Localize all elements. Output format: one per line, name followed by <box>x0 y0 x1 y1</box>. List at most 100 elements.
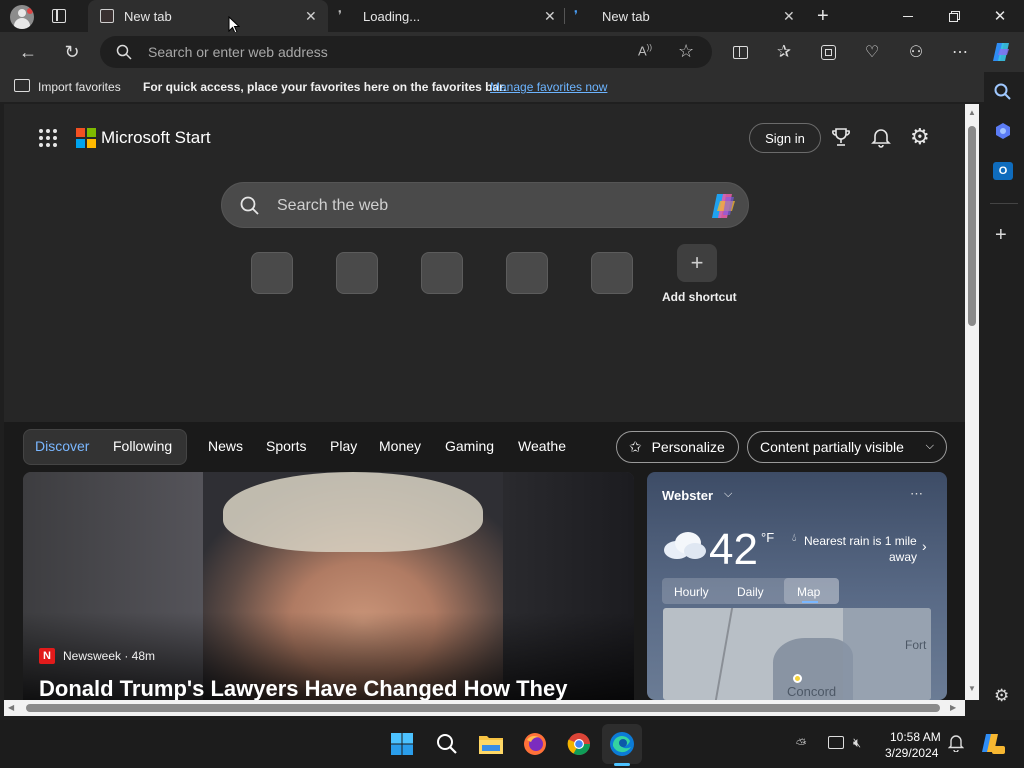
chevron-right-icon[interactable]: › <box>922 538 927 554</box>
tab-new-tab-2[interactable]: ❜ New tab ✕ <box>566 0 806 32</box>
edge-icon[interactable] <box>606 728 638 760</box>
tab-loading[interactable]: ❜ Loading... ✕ <box>330 0 564 32</box>
more-options-icon[interactable]: ⋯ <box>946 38 974 66</box>
news-source: Newsweek · 48m <box>63 649 156 663</box>
extensions-icon[interactable]: ⚇ <box>902 38 930 66</box>
content-visibility-dropdown[interactable]: Content partially visible ⌵ <box>747 431 947 463</box>
personalize-button[interactable]: ✩ Personalize <box>616 431 739 463</box>
weather-map[interactable]: Concord Fort <box>663 608 931 700</box>
plus-icon: + <box>690 250 704 275</box>
weather-tab-daily[interactable]: Daily <box>737 585 764 599</box>
horizontal-scrollbar[interactable]: ◀ ▶ <box>4 700 965 716</box>
news-headline[interactable]: Donald Trump's Lawyers Have Changed How … <box>39 676 567 700</box>
add-shortcut-button[interactable]: + <box>677 244 717 282</box>
clock-time[interactable]: 10:58 AM <box>890 730 941 744</box>
copilot-icon[interactable] <box>708 191 740 221</box>
favorites-icon[interactable]: ✰ <box>770 38 798 66</box>
copilot-icon[interactable] <box>988 38 1016 66</box>
rain-forecast-line2: away <box>889 550 918 564</box>
sidebar-settings-icon[interactable]: ⚙ <box>994 686 1009 706</box>
browser-toolbar: ← ↻ A)) ☆ ✰ ♡ ⚇ ⋯ <box>0 32 1024 72</box>
tab-actions-icon[interactable] <box>52 9 66 23</box>
cloud-icon <box>661 530 707 560</box>
tab-play[interactable]: Play <box>330 438 357 454</box>
close-tab-icon[interactable]: ✕ <box>305 8 317 25</box>
weather-card[interactable]: Webster ⌵ ⋯ 42 °F 💧︎ Nearest rain is 1 m… <box>647 472 947 700</box>
profile-avatar[interactable] <box>10 5 34 29</box>
shortcut-tile-2[interactable] <box>336 252 378 294</box>
close-tab-icon[interactable]: ✕ <box>783 8 795 25</box>
rewards-trophy-icon[interactable] <box>830 126 852 148</box>
tab-discover[interactable]: Discover <box>35 438 89 454</box>
tab-gaming[interactable]: Gaming <box>445 438 494 454</box>
copilot-preview-icon[interactable] <box>980 732 1006 756</box>
split-screen-icon[interactable] <box>726 38 754 66</box>
notifications-bell-icon[interactable] <box>870 126 892 148</box>
more-options-icon[interactable]: ⋯ <box>910 486 923 502</box>
tab-new-tab-1[interactable]: New tab ✕ <box>88 0 328 32</box>
horizontal-scroll-thumb[interactable] <box>26 704 940 712</box>
vertical-scrollbar[interactable]: ▲ ▼ <box>965 104 979 700</box>
tab-sports[interactable]: Sports <box>266 438 306 454</box>
web-search-box[interactable]: Search the web <box>221 182 749 228</box>
scroll-right-arrow-icon[interactable]: ▶ <box>950 703 956 712</box>
page-settings-gear-icon[interactable]: ⚙ <box>910 124 930 150</box>
scroll-down-arrow-icon[interactable]: ▼ <box>968 684 976 693</box>
taskbar-search-icon[interactable] <box>431 728 463 760</box>
weather-tab-hourly[interactable]: Hourly <box>674 585 709 599</box>
browser-essentials-icon[interactable]: ♡ <box>858 38 886 66</box>
restore-icon[interactable] <box>931 0 977 32</box>
chevron-down-icon[interactable]: ⌵ <box>724 488 732 501</box>
copilot-sidebar-icon[interactable] <box>994 122 1012 140</box>
scroll-up-arrow-icon[interactable]: ▲ <box>968 108 976 117</box>
scroll-left-arrow-icon[interactable]: ◀ <box>8 703 14 712</box>
import-favorites-button[interactable]: Import favorites <box>38 80 121 94</box>
weather-tab-map[interactable]: Map <box>797 585 820 599</box>
file-explorer-icon[interactable] <box>475 728 507 760</box>
shortcut-tile-3[interactable] <box>421 252 463 294</box>
shortcut-tile-5[interactable] <box>591 252 633 294</box>
sign-in-button[interactable]: Sign in <box>749 123 821 153</box>
collections-icon[interactable] <box>814 38 842 66</box>
search-icon[interactable] <box>994 83 1012 101</box>
outlook-icon[interactable]: O <box>993 162 1013 180</box>
display-icon[interactable] <box>828 736 844 749</box>
network-offline-icon[interactable]: ⛅︎ <box>796 736 806 752</box>
manage-favorites-link[interactable]: Manage favorites now <box>490 80 607 94</box>
shortcut-tile-4[interactable] <box>506 252 548 294</box>
volume-muted-icon[interactable]: 🔇︎ <box>853 735 861 751</box>
clock-date[interactable]: 3/29/2024 <box>885 746 938 760</box>
read-aloud-icon[interactable]: A)) <box>638 43 652 58</box>
tab-money[interactable]: Money <box>379 438 421 454</box>
news-card[interactable]: N Newsweek · 48m Donald Trump's Lawyers … <box>23 472 634 700</box>
new-tab-plus-icon[interactable]: + <box>817 5 829 28</box>
refresh-icon[interactable]: ↻ <box>58 38 86 66</box>
tab-following[interactable]: Following <box>113 438 172 454</box>
address-input[interactable] <box>148 44 608 60</box>
weather-temperature: 42 <box>709 525 758 574</box>
tab-news[interactable]: News <box>208 438 243 454</box>
page-content: Microsoft Start Sign in ⚙ Search the web… <box>4 104 965 700</box>
close-tab-icon[interactable]: ✕ <box>544 8 556 25</box>
rain-forecast-line1: Nearest rain is 1 mile <box>804 534 917 548</box>
notification-bell-icon[interactable] <box>948 734 964 752</box>
windows-start-icon[interactable] <box>386 728 418 760</box>
weather-location[interactable]: Webster <box>662 488 713 503</box>
address-bar[interactable]: A)) ☆ <box>100 36 712 68</box>
add-sidebar-app-icon[interactable]: + <box>995 224 1007 247</box>
minimize-icon[interactable] <box>885 0 931 32</box>
app-launcher-icon[interactable] <box>38 128 58 148</box>
weather-unit[interactable]: °F <box>761 530 774 545</box>
personalize-label: Personalize <box>651 439 725 455</box>
chrome-icon[interactable] <box>563 728 595 760</box>
favorite-star-icon[interactable]: ☆ <box>678 41 694 62</box>
tab-weather[interactable]: Weathe <box>518 438 566 454</box>
close-window-icon[interactable]: ✕ <box>977 0 1023 32</box>
vertical-scroll-thumb[interactable] <box>968 126 976 326</box>
map-label-concord: Concord <box>787 684 837 699</box>
back-arrow-icon[interactable]: ← <box>14 38 42 66</box>
firefox-icon[interactable] <box>519 728 551 760</box>
shortcut-tile-1[interactable] <box>251 252 293 294</box>
news-photo <box>23 472 634 700</box>
favorites-bar: Import favorites For quick access, place… <box>0 72 984 102</box>
